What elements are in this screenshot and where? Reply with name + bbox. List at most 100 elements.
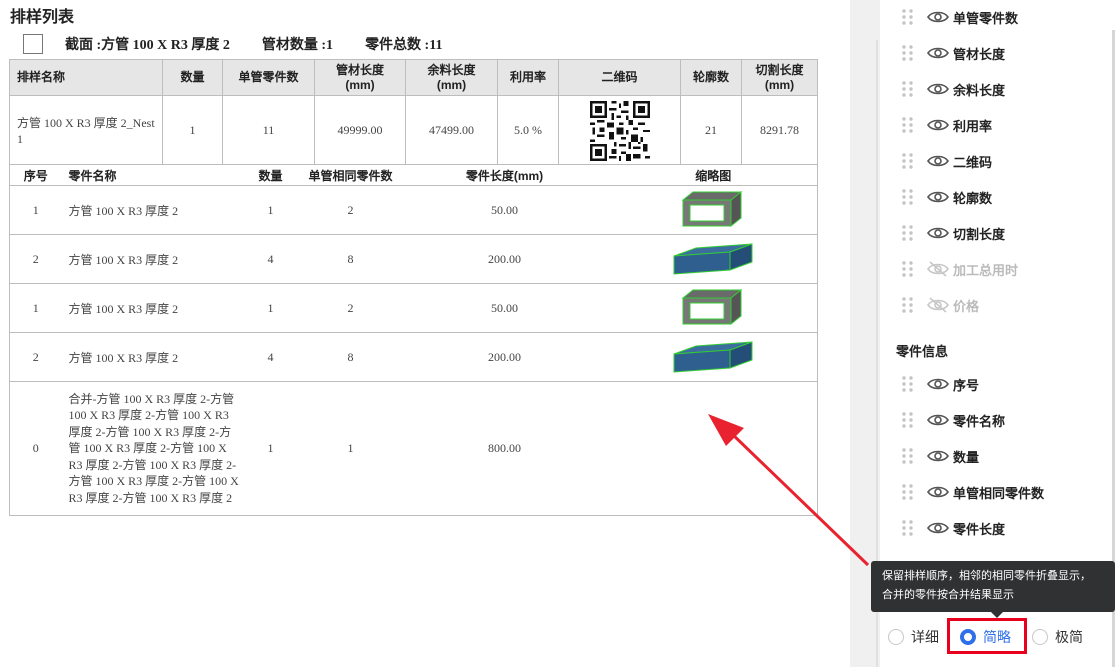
section-label: 截面 :方管 100 X R3 厚度 2 xyxy=(65,38,230,53)
field-label: 二维码 xyxy=(953,154,993,170)
drag-handle-icon[interactable] xyxy=(901,483,915,501)
eye-icon[interactable] xyxy=(927,520,949,536)
eye-icon[interactable] xyxy=(927,81,949,97)
field-label: 零件名称 xyxy=(953,413,1006,429)
qr-code-icon xyxy=(589,100,650,161)
mode-radio-minimal[interactable]: 极简 xyxy=(1032,626,1083,648)
col-qrcode: 二维码 xyxy=(558,59,681,96)
part-thumb-cell xyxy=(609,185,818,235)
part-length-cell: 50.00 xyxy=(399,185,610,235)
tooltip-line-2: 合并的零件按合并结果显示 xyxy=(882,589,1014,601)
nest-header-row: 排样名称 数量 单管零件数 管材长度 (mm) 余料长度 (mm) 利用率 二维… xyxy=(9,59,818,96)
field-row[interactable]: 零件长度 xyxy=(901,514,1005,542)
nest-table: 排样名称 数量 单管零件数 管材长度 (mm) 余料长度 (mm) 利用率 二维… xyxy=(9,59,818,166)
drag-handle-icon[interactable] xyxy=(901,411,915,429)
drag-handle-icon[interactable] xyxy=(901,188,915,206)
field-row[interactable]: 加工总用时 xyxy=(901,255,1018,283)
report-title: 排样列表 xyxy=(10,9,75,26)
short-tube-thumbnail-icon xyxy=(681,288,743,326)
part-seq-cell: 2 xyxy=(9,332,62,382)
table-row: 1 方管 100 X R3 厚度 2 1 2 50.00 xyxy=(9,185,818,235)
eye-icon[interactable] xyxy=(927,117,949,133)
col-seq: 序号 xyxy=(9,164,62,186)
eye-icon[interactable] xyxy=(927,412,949,428)
field-label: 管材长度 xyxy=(953,46,1006,62)
drag-handle-icon[interactable] xyxy=(901,519,915,537)
drag-handle-icon[interactable] xyxy=(901,44,915,62)
field-label: 利用率 xyxy=(953,118,993,134)
field-row[interactable]: 单管零件数 xyxy=(901,3,1018,31)
drag-handle-icon[interactable] xyxy=(901,260,915,278)
field-row[interactable]: 利用率 xyxy=(901,111,992,139)
nest-utilization-cell: 5.0 % xyxy=(497,95,559,166)
field-row[interactable]: 价格 xyxy=(901,291,979,319)
field-row[interactable]: 余料长度 xyxy=(901,75,1005,103)
nest-tube-length-cell: 49999.00 xyxy=(314,95,406,166)
field-label: 零件长度 xyxy=(953,521,1006,537)
part-seq-cell: 1 xyxy=(9,283,62,333)
field-row[interactable]: 单管相同零件数 xyxy=(901,478,1044,506)
part-name-cell: 合并-方管 100 X R3 厚度 2-方管 100 X R3 厚度 2-方管 … xyxy=(61,381,240,516)
part-length-cell: 200.00 xyxy=(399,332,610,382)
col-utilization: 利用率 xyxy=(497,59,559,96)
eye-off-icon[interactable] xyxy=(927,261,949,277)
radio-circle-icon[interactable] xyxy=(1032,629,1048,645)
part-qty-cell: 1 xyxy=(239,283,302,333)
eye-icon[interactable] xyxy=(927,448,949,464)
mode-radio-detailed[interactable]: 详细 xyxy=(888,626,939,648)
field-row[interactable]: 数量 xyxy=(901,442,979,470)
part-length-cell: 800.00 xyxy=(399,381,610,516)
mode-tooltip: 保留排样顺序，相邻的相同零件折叠显示， 合并的零件按合并结果显示 xyxy=(871,561,1115,618)
col-tube-length: 管材长度 (mm) xyxy=(314,59,406,96)
col-parts-per-tube: 单管零件数 xyxy=(222,59,315,96)
field-row[interactable]: 二维码 xyxy=(901,147,992,175)
part-total-label: 零件总数 :11 xyxy=(365,38,443,53)
part-seq-cell: 2 xyxy=(9,234,62,284)
col-nest-name: 排样名称 xyxy=(9,59,163,96)
col-part-qty: 数量 xyxy=(239,164,302,186)
table-row: 1 方管 100 X R3 厚度 2 1 2 50.00 xyxy=(9,283,818,333)
drag-handle-icon[interactable] xyxy=(901,152,915,170)
long-tube-thumbnail-icon xyxy=(673,243,753,275)
nest-parts-cell: 11 xyxy=(222,95,315,166)
part-thumb-cell xyxy=(609,381,818,516)
field-row[interactable]: 轮廓数 xyxy=(901,183,992,211)
drag-handle-icon[interactable] xyxy=(901,375,915,393)
eye-icon[interactable] xyxy=(927,9,949,25)
eye-icon[interactable] xyxy=(927,484,949,500)
field-label: 数量 xyxy=(953,449,980,465)
drag-handle-icon[interactable] xyxy=(901,80,915,98)
col-part-length: 零件长度(mm) xyxy=(399,164,610,186)
field-row[interactable]: 切割长度 xyxy=(901,219,1005,247)
eye-off-icon[interactable] xyxy=(927,297,949,313)
part-name-cell: 方管 100 X R3 厚度 2 xyxy=(61,234,240,284)
parts-table: 序号 零件名称 数量 单管相同零件数 零件长度(mm) 缩略图 1 方管 100… xyxy=(9,164,818,516)
nest-quantity-cell: 1 xyxy=(162,95,223,166)
eye-icon[interactable] xyxy=(927,45,949,61)
part-qty-cell: 1 xyxy=(239,185,302,235)
part-same-cell: 1 xyxy=(301,381,400,516)
part-name-cell: 方管 100 X R3 厚度 2 xyxy=(61,283,240,333)
select-checkbox[interactable] xyxy=(23,34,43,54)
drag-handle-icon[interactable] xyxy=(901,296,915,314)
col-quantity: 数量 xyxy=(162,59,223,96)
eye-icon[interactable] xyxy=(927,376,949,392)
drag-handle-icon[interactable] xyxy=(901,8,915,26)
part-info-section-title: 零件信息 xyxy=(896,344,949,359)
field-row[interactable]: 零件名称 xyxy=(901,406,1005,434)
nest-report: 排样列表 截面 :方管 100 X R3 厚度 2 管材数量 :1 零件总数 :… xyxy=(0,0,850,667)
eye-icon[interactable] xyxy=(927,189,949,205)
eye-icon[interactable] xyxy=(927,225,949,241)
radio-circle-icon[interactable] xyxy=(888,629,904,645)
drag-handle-icon[interactable] xyxy=(901,116,915,134)
mode-label-minimal: 极简 xyxy=(1055,629,1083,645)
field-label: 单管零件数 xyxy=(953,10,1019,26)
table-row: 0 合并-方管 100 X R3 厚度 2-方管 100 X R3 厚度 2-方… xyxy=(9,381,818,516)
drag-handle-icon[interactable] xyxy=(901,224,915,242)
drag-handle-icon[interactable] xyxy=(901,447,915,465)
field-row[interactable]: 管材长度 xyxy=(901,39,1005,67)
field-row[interactable]: 序号 xyxy=(901,370,979,398)
part-qty-cell: 4 xyxy=(239,234,302,284)
eye-icon[interactable] xyxy=(927,153,949,169)
part-seq-cell: 1 xyxy=(9,185,62,235)
